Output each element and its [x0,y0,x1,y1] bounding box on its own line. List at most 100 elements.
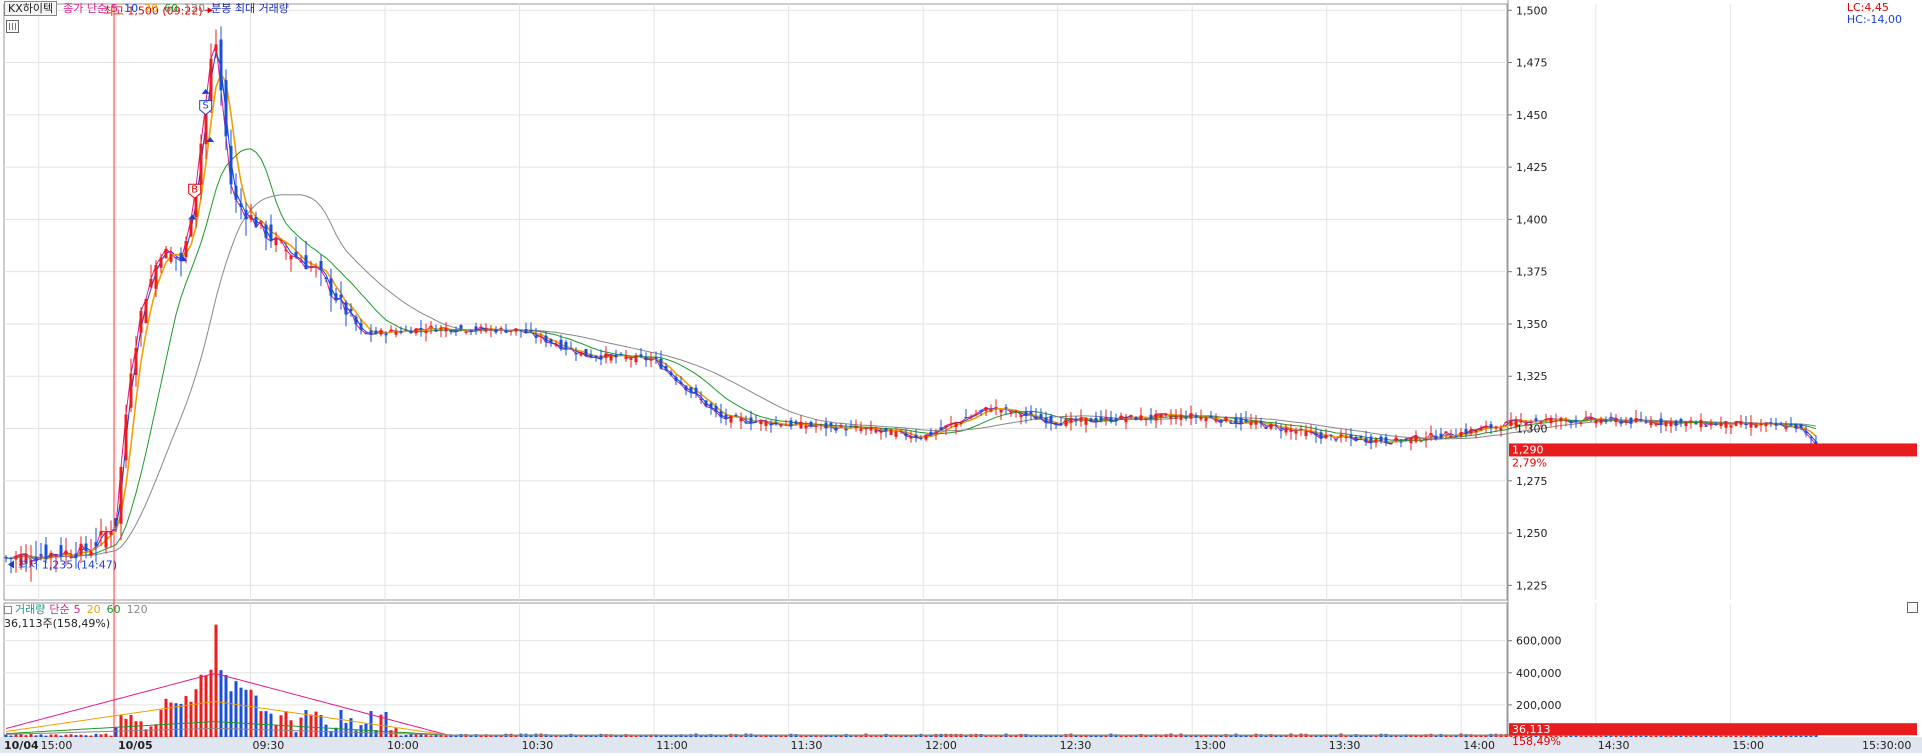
candle-body [979,410,983,412]
volume-bar [1434,735,1438,737]
candle-body [439,327,443,330]
volume-bar [49,734,53,737]
volume-bar [194,689,198,737]
candle-body [1344,437,1348,439]
candle-body [1584,417,1588,419]
volume-legend: 거래량 단순 5 20 60 120 36,113주(158,49%) [4,603,154,631]
candle-body [559,339,563,350]
candle-body [249,215,253,220]
candle-body [869,427,873,431]
candle-body [409,330,413,334]
candle-body [1394,437,1398,441]
candle-body [1324,435,1328,439]
volume-bar [1399,735,1403,737]
volume-current: 36,113주(158,49%) [4,617,111,630]
candle-body [344,302,348,315]
candle-body [1749,422,1753,428]
candle-body [579,352,583,356]
volume-tick-label: 600,000 [1516,635,1562,648]
candle-body [1334,439,1338,441]
symbol-label[interactable]: KX하이텍 [4,1,58,16]
candle-body [1159,413,1163,418]
candle-body [1349,434,1353,439]
time-tick-label: 10:30 [522,739,554,752]
candle-body [659,358,663,369]
candle-body [1799,424,1803,428]
candle-body [1659,418,1663,425]
candle-body [1734,421,1738,426]
candle-body [594,355,598,358]
volume-bar [324,724,328,737]
candle-body [139,310,143,333]
candle-body [1099,416,1103,421]
volume-bar [354,730,358,737]
chart-canvas[interactable]: 10/04 15:00 10/05 09:30 10:00 10:30 11:00 11:30… [0,0,1922,753]
candle-body [464,331,468,333]
volume-bar [174,703,178,737]
candle-body [619,353,623,355]
volume-bar [244,689,248,737]
candle-body [1754,425,1758,428]
volume-bar [189,701,193,737]
volume-bar [1264,735,1268,737]
volume-bar [589,735,593,737]
candle-body [1389,443,1393,445]
candle-body [1364,438,1368,443]
volume-bar [164,698,168,737]
volume-bar [294,732,298,737]
candle-body [1454,436,1458,438]
candle-body [699,398,703,400]
candle-body [419,328,423,330]
candle-body [1399,441,1403,443]
candle-body [299,261,303,263]
candle-body [234,185,238,200]
candle-body [1744,424,1748,426]
candle-body [1434,436,1438,440]
candle-body [424,330,428,334]
time-tick-label: 14:00 [1463,739,1495,752]
volume-bar [444,735,448,737]
volume-bar [209,669,213,737]
candle-body [514,328,518,332]
grid-toggle-icon[interactable] [6,20,19,33]
time-tick-label: 13:30 [1329,739,1361,752]
candle-body [184,240,188,258]
candle-body [314,266,318,268]
candle-body [74,553,78,558]
volume-bar [94,733,98,737]
candle-body [1759,423,1763,425]
candle-body [779,425,783,427]
candle-body [894,431,898,437]
candle-body [1439,433,1443,439]
candle-body [1264,427,1268,429]
candle-body [769,423,773,426]
candle-body [1714,423,1718,426]
stock-chart[interactable]: 10/04 15:00 10/05 09:30 10:00 10:30 11:00 11:30… [0,0,1922,753]
candle-body [1474,430,1478,433]
volume-bar [429,735,433,737]
price-tick-label: 1,425 [1516,161,1548,174]
candle-body [1504,421,1508,423]
volume-bar [219,670,223,737]
candle-body [1409,437,1413,444]
price-axis-area [1508,0,1922,737]
candle-body [734,414,738,417]
volume-bar [684,735,688,737]
candle-body [1564,420,1568,422]
candle-body [854,426,858,429]
candle-body [574,353,578,355]
candle-body [1624,420,1628,423]
price-tick-label: 1,325 [1516,370,1548,383]
volume-bar [109,735,113,737]
volume-bar [139,721,143,737]
candle-body [474,326,478,331]
pane-expand-icon[interactable] [1907,602,1918,613]
candle-body [1234,417,1238,424]
time-tick-label: 14:30 [1598,739,1630,752]
candle-body [279,240,283,242]
time-axis-bar [0,737,1922,753]
candle-body [1069,418,1073,423]
candle-body [1464,429,1468,434]
candle-body [1189,413,1193,419]
candle-body [1104,417,1108,419]
